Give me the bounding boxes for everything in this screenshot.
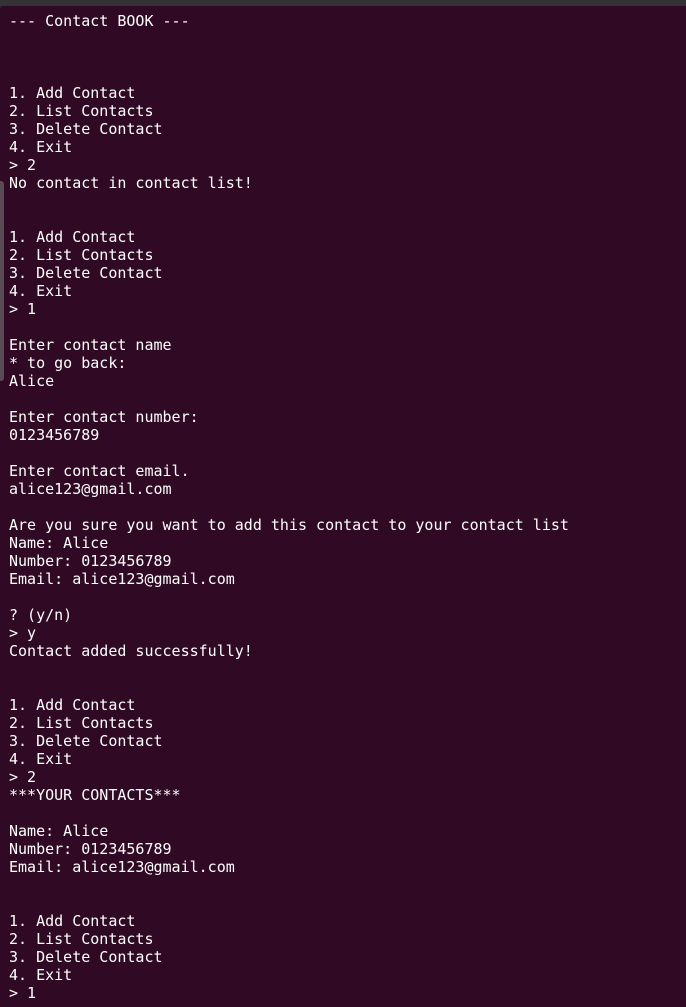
- terminal-panel[interactable]: --- Contact BOOK --- 1. Add Contact 2. Lis…: [0, 6, 686, 1007]
- terminal-line: 2. List Contacts: [9, 930, 154, 948]
- terminal-line: 0123456789: [9, 426, 100, 444]
- terminal-line: Name: Alice: [9, 534, 109, 552]
- terminal-line: Name: Alice: [9, 822, 109, 840]
- terminal-line: > y: [9, 624, 37, 642]
- terminal-line: 3. Delete Contact: [9, 264, 163, 282]
- terminal-window: --- Contact BOOK --- 1. Add Contact 2. Lis…: [0, 0, 686, 1007]
- terminal-line: 1. Add Contact: [9, 84, 136, 102]
- terminal-line: 4. Exit: [9, 750, 73, 768]
- terminal-line: ***YOUR CONTACTS***: [9, 786, 181, 804]
- terminal-line: Enter contact name: [9, 336, 172, 354]
- terminal-line: Contact added successfully!: [9, 642, 253, 660]
- terminal-line: ? (y/n): [9, 606, 73, 624]
- terminal-output[interactable]: --- Contact BOOK --- 1. Add Contact 2. Lis…: [9, 12, 569, 1002]
- terminal-line: Enter contact email.: [9, 462, 190, 480]
- terminal-line: Number: 0123456789: [9, 552, 172, 570]
- terminal-line: Email: alice123@gmail.com: [9, 570, 235, 588]
- side-panel-handle[interactable]: [0, 181, 4, 381]
- terminal-line: > 1: [9, 300, 37, 318]
- terminal-line: Email: alice123@gmail.com: [9, 858, 235, 876]
- terminal-line: 1. Add Contact: [9, 228, 136, 246]
- terminal-line: 1. Add Contact: [9, 696, 136, 714]
- terminal-line: alice123@gmail.com: [9, 480, 172, 498]
- terminal-line: No contact in contact list!: [9, 174, 253, 192]
- terminal-line: 3. Delete Contact: [9, 120, 163, 138]
- terminal-line: 3. Delete Contact: [9, 948, 163, 966]
- terminal-line: 2. List Contacts: [9, 714, 154, 732]
- terminal-line: > 2: [9, 768, 37, 786]
- terminal-line: 2. List Contacts: [9, 246, 154, 264]
- terminal-line: Are you sure you want to add this contac…: [9, 516, 569, 534]
- terminal-line: 2. List Contacts: [9, 102, 154, 120]
- terminal-line: 4. Exit: [9, 966, 73, 984]
- terminal-line: > 2: [9, 156, 37, 174]
- terminal-line: Number: 0123456789: [9, 840, 172, 858]
- terminal-line: 1. Add Contact: [9, 912, 136, 930]
- terminal-line: 4. Exit: [9, 282, 73, 300]
- terminal-line: 3. Delete Contact: [9, 732, 163, 750]
- terminal-line: > 1: [9, 984, 37, 1002]
- terminal-line: Enter contact number:: [9, 408, 199, 426]
- terminal-line: 4. Exit: [9, 138, 73, 156]
- terminal-line: * to go back:: [9, 354, 127, 372]
- terminal-line: --- Contact BOOK ---: [9, 12, 190, 30]
- terminal-line: Alice: [9, 372, 55, 390]
